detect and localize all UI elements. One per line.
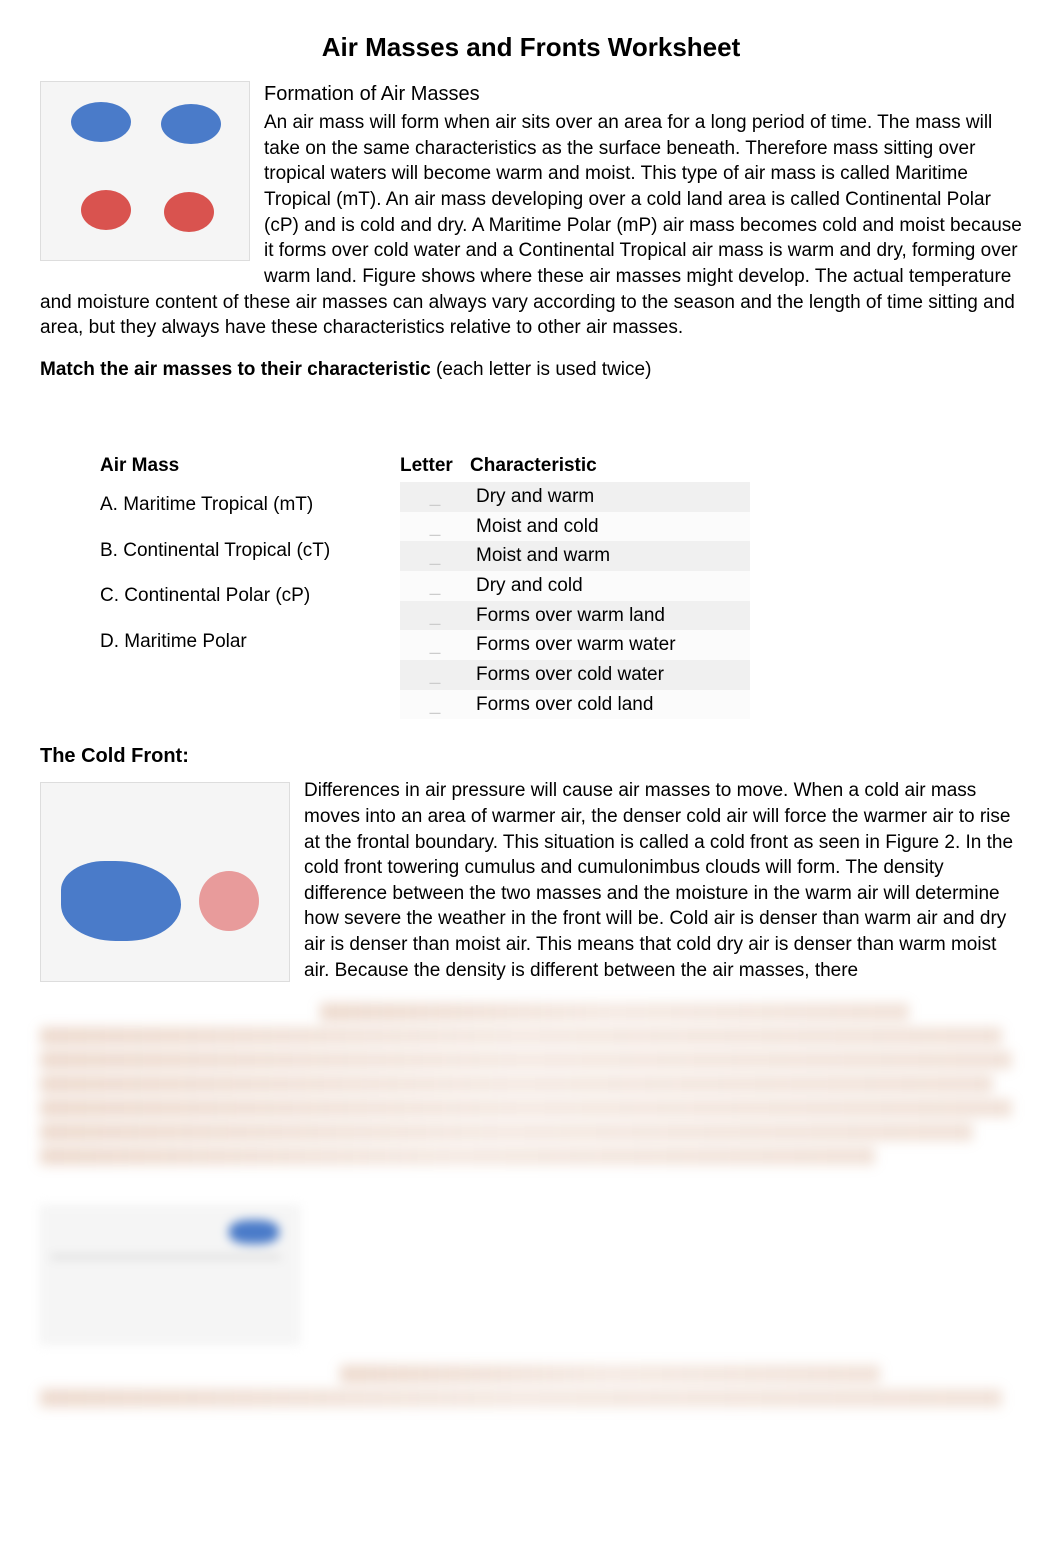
match-instruction: Match the air masses to their characteri… xyxy=(40,357,1022,383)
letter-blank[interactable]: _ xyxy=(400,601,470,631)
characteristic-item: Moist and cold xyxy=(470,512,750,542)
blurred-text-line xyxy=(40,1051,1012,1069)
blurred-locked-content-2 xyxy=(40,1365,1022,1407)
cold-air-shape-icon xyxy=(61,861,181,941)
air-mass-option: D. Maritime Polar xyxy=(100,619,400,665)
cloud-icon xyxy=(229,1220,279,1244)
figure-air-masses-map xyxy=(40,81,250,261)
letter-blank[interactable]: _ xyxy=(400,660,470,690)
letter-blank[interactable]: _ xyxy=(400,482,470,512)
tropical-blob-icon xyxy=(81,190,131,230)
blurred-figure xyxy=(40,1205,300,1345)
air-mass-option: B. Continental Tropical (cT) xyxy=(100,528,400,574)
characteristic-item: Dry and warm xyxy=(470,482,750,512)
match-instruction-rest: (each letter is used twice) xyxy=(436,359,651,380)
cold-front-heading: The Cold Front: xyxy=(40,743,1022,770)
tropical-blob-icon xyxy=(164,192,214,232)
air-mass-column: Air Mass A. Maritime Tropical (mT) B. Co… xyxy=(100,453,400,720)
section-formation: Formation of Air Masses An air mass will… xyxy=(40,81,1022,341)
blurred-text-line xyxy=(40,1147,875,1165)
characteristic-item: Forms over warm water xyxy=(470,630,750,660)
blurred-text-line xyxy=(40,1075,993,1093)
characteristic-item: Dry and cold xyxy=(470,571,750,601)
match-table: Air Mass A. Maritime Tropical (mT) B. Co… xyxy=(40,453,1022,720)
air-mass-header: Air Mass xyxy=(100,453,400,483)
ground-line-icon xyxy=(51,1256,281,1258)
characteristic-item: Moist and warm xyxy=(470,541,750,571)
letter-blank[interactable]: _ xyxy=(400,690,470,720)
letter-blank[interactable]: _ xyxy=(400,630,470,660)
blurred-text-line xyxy=(340,1365,880,1383)
air-mass-option: A. Maritime Tropical (mT) xyxy=(100,482,400,528)
polar-blob-icon xyxy=(161,104,221,144)
blurred-text-line xyxy=(40,1027,1002,1045)
section-cold-front: Differences in air pressure will cause a… xyxy=(40,778,1022,983)
characteristic-item: Forms over cold water xyxy=(470,660,750,690)
figure-cold-front-diagram xyxy=(40,782,290,982)
blurred-text-line xyxy=(320,1003,909,1021)
match-instruction-bold: Match the air masses to their characteri… xyxy=(40,359,431,380)
letter-blank[interactable]: _ xyxy=(400,512,470,542)
air-mass-option: C. Continental Polar (cP) xyxy=(100,573,400,619)
polar-blob-icon xyxy=(71,102,131,142)
blurred-locked-content xyxy=(40,1003,1022,1165)
letter-column: Letter _ _ _ _ _ _ _ _ xyxy=(400,453,470,720)
characteristic-header: Characteristic xyxy=(470,453,750,483)
warm-air-shape-icon xyxy=(199,871,259,931)
characteristic-item: Forms over warm land xyxy=(470,601,750,631)
blurred-text-line xyxy=(40,1123,973,1141)
letter-blank[interactable]: _ xyxy=(400,571,470,601)
blurred-text-line xyxy=(40,1099,1012,1117)
blurred-text-line xyxy=(40,1389,1002,1407)
letter-blank[interactable]: _ xyxy=(400,541,470,571)
letter-header: Letter xyxy=(400,453,470,483)
characteristic-column: Characteristic Dry and warm Moist and co… xyxy=(470,453,750,720)
page-title: Air Masses and Fronts Worksheet xyxy=(40,30,1022,65)
characteristic-item: Forms over cold land xyxy=(470,690,750,720)
